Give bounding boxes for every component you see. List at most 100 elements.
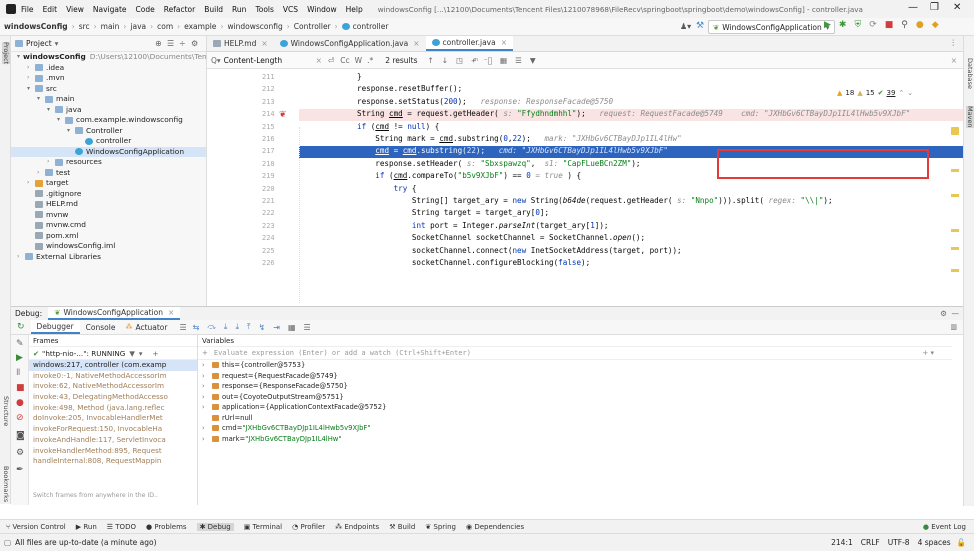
- chevron-right-icon[interactable]: ›: [202, 434, 212, 445]
- event-log-tool[interactable]: ● Event Log: [923, 523, 966, 531]
- expand-icon[interactable]: ÷: [179, 39, 186, 48]
- code-line[interactable]: SocketChannel socketChannel = SocketChan…: [357, 232, 645, 244]
- code-line[interactable]: cmd = cmd.substring(22); cmd: "JXHbGv6CT…: [357, 145, 668, 157]
- file-encoding[interactable]: UTF-8: [888, 538, 910, 547]
- hide-icon[interactable]: —: [952, 309, 960, 318]
- pause-icon[interactable]: Ⅱ: [16, 368, 20, 378]
- code-editor[interactable]: 211 212 213 214 ❦ 215 216 217 218 219 220 221 222 223…: [207, 69, 963, 305]
- gear-icon[interactable]: ⚙: [191, 39, 198, 48]
- line-number[interactable]: 220: [262, 185, 292, 193]
- breakpoint-icon[interactable]: ❦: [279, 110, 287, 120]
- step-over-icon[interactable]: ⤼: [207, 322, 216, 332]
- close-tab-icon[interactable]: ×: [168, 308, 174, 317]
- code-line[interactable]: response.setHeader( s: "Sbxspawzq", s1: …: [357, 158, 640, 170]
- tab-controller-java[interactable]: controller.java ×: [425, 36, 514, 51]
- dependencies-tool[interactable]: ◉ Dependencies: [466, 523, 524, 531]
- project-panel-title[interactable]: Project: [26, 39, 52, 48]
- caret-position[interactable]: 214:1: [831, 538, 853, 547]
- tree-item[interactable]: ▾ com.example.windowsconfig: [11, 115, 206, 126]
- chevron-right-icon[interactable]: ›: [202, 360, 212, 371]
- in-selection-icon[interactable]: ☰: [515, 56, 522, 65]
- chevron-right-icon[interactable]: ›: [17, 252, 25, 263]
- close-find-icon[interactable]: ×: [951, 56, 957, 65]
- code-line[interactable]: response.resetBuffer();: [357, 83, 462, 95]
- debug-icon[interactable]: ✱: [839, 20, 847, 30]
- chevron-down-icon[interactable]: ▾: [57, 115, 65, 126]
- breadcrumb-item[interactable]: windowsConfig: [4, 22, 68, 31]
- code-line[interactable]: String[] target_ary = new String(b64de(r…: [357, 195, 833, 207]
- chevron-right-icon[interactable]: ›: [47, 157, 55, 168]
- find-input[interactable]: [223, 55, 316, 65]
- code-line[interactable]: }: [357, 71, 362, 83]
- evaluate-icon[interactable]: ▦: [288, 323, 296, 332]
- add-watch-icon[interactable]: +: [202, 349, 208, 357]
- minimize-icon[interactable]: —: [908, 2, 918, 13]
- endpoints-tool[interactable]: ⁂ Endpoints: [335, 523, 379, 531]
- filter-icon[interactable]: ▼: [530, 56, 536, 65]
- drop-frame-icon[interactable]: ↯: [259, 323, 266, 332]
- tree-item[interactable]: ▾ src: [11, 84, 206, 95]
- mute-breakpoints-icon[interactable]: ⊘: [16, 413, 24, 423]
- code-line[interactable]: if (cmd != null) {: [357, 121, 439, 133]
- breadcrumb-item[interactable]: example: [184, 22, 216, 31]
- menu-window[interactable]: Window: [307, 5, 337, 14]
- database-tool-button[interactable]: Database: [966, 58, 974, 89]
- tab-debugger[interactable]: Debugger: [30, 320, 80, 334]
- settings-icon[interactable]: ✎: [16, 339, 24, 349]
- tab-help-md[interactable]: HELP.md ×: [207, 36, 274, 51]
- code-line[interactable]: response.setStatus(200); response: Respo…: [357, 96, 613, 108]
- line-separator[interactable]: CRLF: [861, 538, 880, 547]
- tree-item[interactable]: mvnw.cmd: [11, 220, 206, 231]
- menu-build[interactable]: Build: [204, 5, 223, 14]
- line-number[interactable]: 211: [262, 73, 292, 81]
- tree-item[interactable]: › External Libraries: [11, 252, 206, 263]
- bookmarks-tool-button[interactable]: Bookmarks: [2, 466, 10, 502]
- chevron-down-icon[interactable]: ▾: [27, 84, 35, 95]
- words-toggle[interactable]: W: [355, 56, 362, 65]
- stack-frame[interactable]: windows:217, controller (com.examp: [29, 360, 197, 371]
- layout-icon[interactable]: ☰: [304, 323, 311, 332]
- remove-occurrence-icon[interactable]: ⁻ͫ: [484, 56, 492, 65]
- breadcrumb-item[interactable]: com: [157, 22, 173, 31]
- chevron-right-icon[interactable]: ›: [202, 381, 212, 392]
- line-number[interactable]: 213: [262, 98, 292, 106]
- menu-edit[interactable]: Edit: [43, 5, 58, 14]
- close-tab-icon[interactable]: ×: [413, 39, 419, 48]
- code-line[interactable]: String mark = cmd.substring(0,22); mark:…: [357, 133, 681, 145]
- stack-frame[interactable]: invoke0:-1, NativeMethodAccessorIm: [29, 371, 197, 382]
- structure-tool-button[interactable]: Structure: [2, 396, 10, 426]
- chevron-right-icon[interactable]: ›: [27, 63, 35, 74]
- stack-frame[interactable]: invokeForRequest:150, InvocableHa: [29, 424, 197, 435]
- layout-icon[interactable]: ▢: [4, 538, 11, 547]
- menu-navigate[interactable]: Navigate: [93, 5, 127, 14]
- version-control-tool[interactable]: ⑂ Version Control: [6, 523, 66, 531]
- breadcrumb-item[interactable]: windowsconfig: [227, 22, 282, 31]
- restore-icon[interactable]: ❐: [930, 2, 939, 13]
- tab-actuator[interactable]: Actuator: [132, 320, 173, 334]
- stack-frame[interactable]: invokeHandlerMethod:895, Request: [29, 446, 197, 457]
- breadcrumb-item[interactable]: java: [130, 22, 146, 31]
- line-number[interactable]: 223: [262, 222, 292, 230]
- regex-toggle[interactable]: .*: [367, 56, 373, 65]
- line-number[interactable]: 226: [262, 259, 292, 267]
- add-watch-button[interactable]: + ▾: [922, 349, 934, 357]
- menu-vcs[interactable]: VCS: [283, 5, 298, 14]
- step-out-icon[interactable]: ⤒: [247, 322, 251, 332]
- stack-frame[interactable]: invoke:43, DelegatingMethodAccesso: [29, 392, 197, 403]
- clear-icon[interactable]: ×: [316, 56, 322, 65]
- line-number[interactable]: 218: [262, 160, 292, 168]
- previous-occurrence-icon[interactable]: ↑: [428, 56, 434, 65]
- locate-icon[interactable]: ⊕: [155, 39, 162, 48]
- tree-item[interactable]: › resources: [11, 157, 206, 168]
- menu-view[interactable]: View: [66, 5, 84, 14]
- evaluate-input[interactable]: Evaluate expression (Enter) or add a wat…: [214, 349, 471, 357]
- menu-tools[interactable]: Tools: [255, 5, 273, 14]
- tree-item[interactable]: mvnw: [11, 210, 206, 221]
- code-line[interactable]: socketChannel.connect(new InetSocketAddr…: [357, 245, 682, 257]
- add-icon[interactable]: +: [152, 349, 158, 358]
- tree-item[interactable]: .gitignore: [11, 189, 206, 200]
- vcs-user-icon[interactable]: ♟▾: [680, 22, 691, 31]
- newline-icon[interactable]: ⏎: [328, 56, 334, 65]
- line-number[interactable]: 214: [262, 110, 292, 118]
- tree-item[interactable]: ▾ Controller: [11, 126, 206, 137]
